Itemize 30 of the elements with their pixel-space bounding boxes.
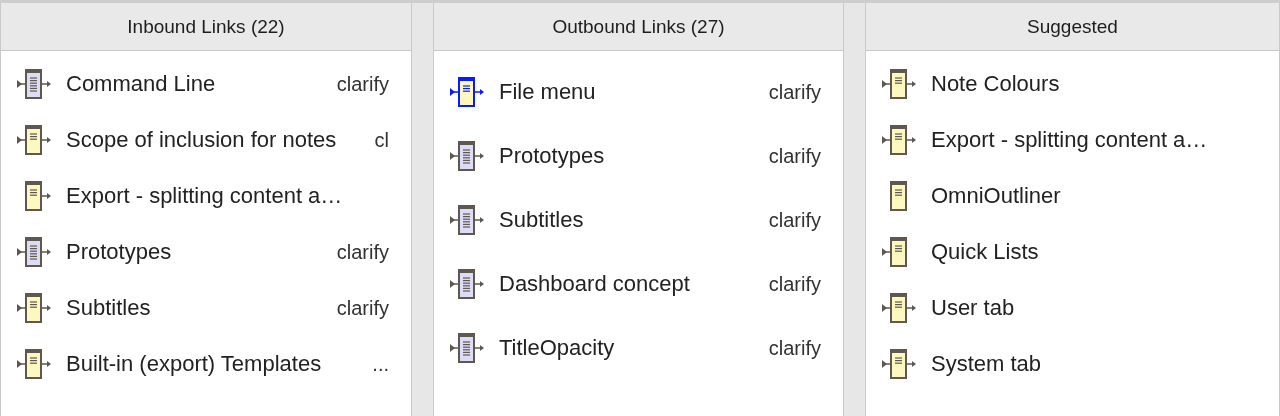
note-title[interactable]: System tab: [931, 351, 1042, 377]
note-title[interactable]: Dashboard concept: [499, 271, 690, 297]
note-title[interactable]: Subtitles: [499, 207, 584, 233]
note-title[interactable]: Prototypes: [499, 143, 605, 169]
link-type: clarify: [335, 240, 389, 264]
link-type: clarify: [335, 72, 389, 96]
column-header[interactable]: Outbound Links (27): [434, 3, 843, 51]
link-type: clarify: [767, 144, 821, 168]
note-title[interactable]: OmniOutliner: [931, 183, 1061, 209]
note-title[interactable]: File menu: [499, 79, 596, 105]
note-title[interactable]: Subtitles: [66, 295, 151, 321]
link-type: clarify: [767, 272, 821, 296]
column-header[interactable]: Suggested: [866, 3, 1279, 51]
note-title[interactable]: Quick Lists: [931, 239, 1039, 265]
note-title[interactable]: Export - splitting content a…: [66, 183, 343, 209]
column-header[interactable]: Inbound Links (22): [1, 3, 411, 51]
note-title[interactable]: Built-in (export) Templates: [66, 351, 322, 377]
link-type: clarify: [767, 208, 821, 232]
link-type: clarify: [335, 296, 389, 320]
note-title[interactable]: Prototypes: [66, 239, 172, 265]
link-type: clarify: [767, 80, 821, 104]
note-title[interactable]: Export - splitting content a…: [931, 127, 1208, 153]
note-title[interactable]: Scope of inclusion for notes: [66, 127, 337, 153]
note-title[interactable]: Note Colours: [931, 71, 1060, 97]
link-type: cl: [373, 128, 389, 152]
link-type: ...: [371, 352, 389, 376]
note-title[interactable]: User tab: [931, 295, 1015, 321]
link-type: clarify: [767, 336, 821, 360]
note-title[interactable]: Command Line: [66, 71, 216, 97]
note-title[interactable]: TitleOpacity: [499, 335, 615, 361]
